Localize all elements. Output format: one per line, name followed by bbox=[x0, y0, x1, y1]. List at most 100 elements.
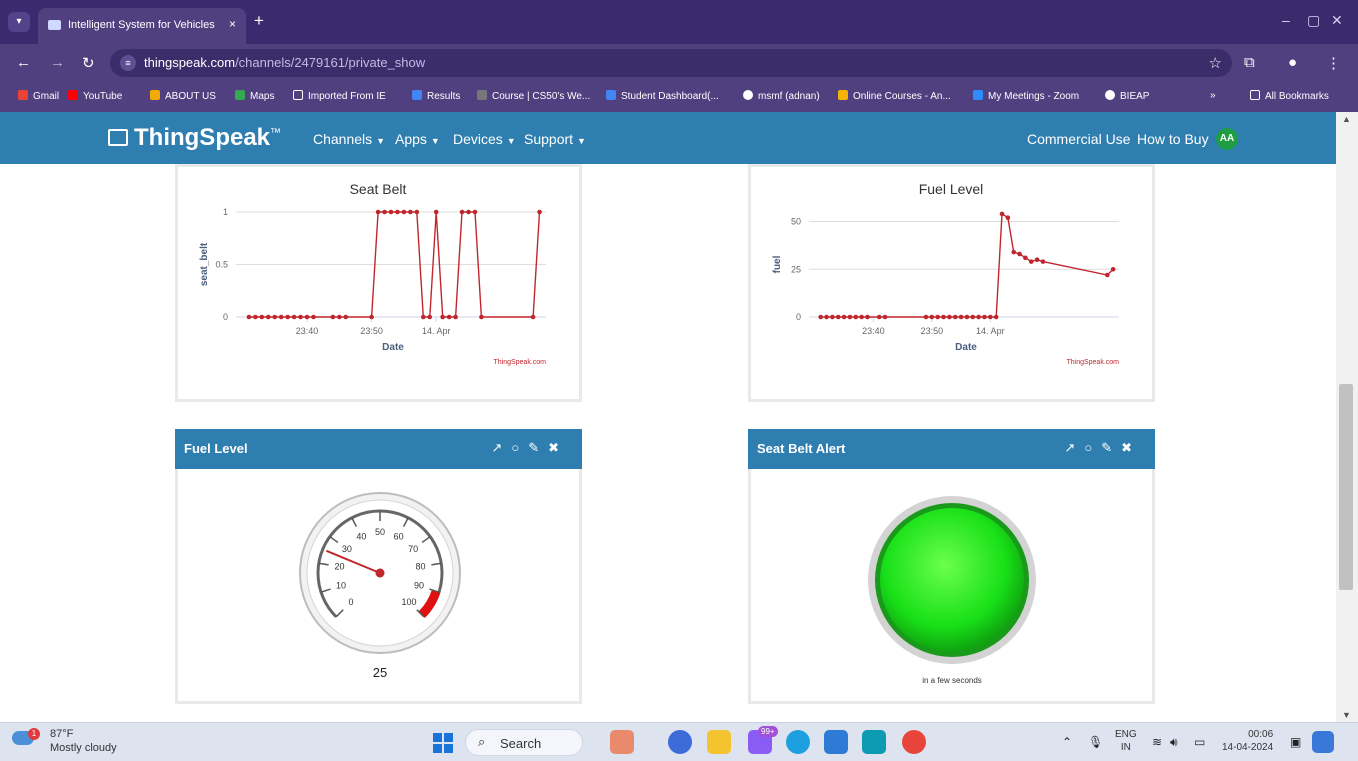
data-point bbox=[337, 314, 342, 320]
microphone-icon[interactable]: 🎙︎ bbox=[1088, 735, 1103, 749]
nav-devices[interactable]: Devices ▼ bbox=[453, 131, 516, 147]
profile-icon[interactable]: ● bbox=[1288, 54, 1297, 71]
data-point bbox=[304, 314, 310, 320]
bookmark-cs50[interactable]: Course | CS50's We... bbox=[477, 90, 590, 102]
chrome-icon[interactable] bbox=[902, 730, 926, 754]
gauge-tick-label: 30 bbox=[342, 544, 352, 554]
new-tab-button[interactable]: + bbox=[254, 12, 264, 30]
bookmark-maps[interactable]: Maps bbox=[235, 90, 274, 102]
reload-icon[interactable]: ↻ bbox=[82, 54, 95, 72]
gauge-tick-label: 0 bbox=[349, 597, 354, 607]
edge-icon[interactable] bbox=[786, 730, 810, 754]
bookmark-gmail[interactable]: Gmail bbox=[18, 90, 59, 102]
fuel-level-chart: Fuel Level 0 25 50 23:40 23:50 14. Apr Date fuel… bbox=[772, 181, 1119, 366]
data-point bbox=[440, 314, 445, 320]
taskbar-search[interactable]: ⌕ Search bbox=[465, 729, 583, 756]
bookmarks-overflow[interactable]: » bbox=[1210, 90, 1216, 101]
lamp-light bbox=[880, 508, 1024, 652]
arduino-icon[interactable] bbox=[862, 730, 886, 754]
avatar[interactable]: AA bbox=[1216, 128, 1238, 150]
site-info-icon[interactable]: ≡ bbox=[120, 55, 136, 71]
data-point bbox=[395, 209, 400, 215]
nav-how-to-buy[interactable]: How to Buy bbox=[1137, 131, 1209, 147]
store-icon[interactable] bbox=[610, 730, 634, 754]
browser-menu-icon[interactable]: ⋮ bbox=[1326, 54, 1341, 72]
windows-logo-tile bbox=[433, 744, 442, 753]
clock[interactable]: 00:06 14-04-2024 bbox=[1222, 728, 1273, 754]
nav-channels[interactable]: Channels ▼ bbox=[313, 131, 385, 147]
wifi-icon[interactable]: ≋ bbox=[1152, 735, 1162, 749]
copilot-icon[interactable] bbox=[1312, 731, 1334, 753]
data-point bbox=[982, 314, 987, 320]
scrollbar-thumb[interactable] bbox=[1339, 384, 1353, 590]
extensions-icon[interactable]: ⧉ bbox=[1244, 54, 1255, 71]
volume-icon[interactable]: 🔊︎ bbox=[1170, 735, 1178, 750]
bookmark-star-icon[interactable]: ☆ bbox=[1209, 54, 1222, 72]
thingspeak-navbar: ThingSpeak™ Channels ▼ Apps ▼ Devices ▼ Sup… bbox=[0, 112, 1336, 164]
close-icon[interactable]: ✖ bbox=[548, 440, 568, 455]
folder-icon bbox=[1250, 90, 1260, 100]
data-point bbox=[1040, 259, 1046, 264]
search-icon: ⌕ bbox=[478, 734, 486, 749]
tray-chevron-icon[interactable]: ⌃ bbox=[1062, 735, 1072, 749]
notifications-icon[interactable]: ▣ bbox=[1290, 735, 1301, 749]
gauge-tick-label: 70 bbox=[408, 544, 418, 554]
forward-icon[interactable]: → bbox=[50, 54, 65, 71]
address-bar[interactable]: ≡ thingspeak.com/channels/2479161/privat… bbox=[110, 49, 1232, 77]
bookmark-about-us[interactable]: ABOUT US bbox=[150, 90, 216, 102]
data-point bbox=[311, 314, 316, 320]
pencil-icon[interactable]: ✎ bbox=[528, 440, 548, 455]
window-close-icon[interactable]: ✕ bbox=[1331, 12, 1343, 29]
data-point bbox=[1005, 215, 1011, 221]
bookmark-youtube[interactable]: YouTube bbox=[68, 90, 122, 102]
back-icon[interactable]: ← bbox=[16, 54, 31, 71]
minimize-icon[interactable]: – bbox=[1282, 12, 1290, 28]
bookmark-bieap[interactable]: BIEAP bbox=[1105, 90, 1149, 102]
language-indicator[interactable]: ENG IN bbox=[1115, 728, 1137, 754]
data-point bbox=[970, 314, 976, 320]
nav-apps[interactable]: Apps ▼ bbox=[395, 131, 440, 147]
battery-icon[interactable]: ▭ bbox=[1194, 735, 1205, 749]
nav-commercial-use[interactable]: Commercial Use bbox=[1027, 131, 1130, 147]
browser-tab[interactable]: Intelligent System for Vehicles - × bbox=[38, 8, 246, 44]
thingspeak-logo[interactable]: ThingSpeak™ bbox=[108, 124, 281, 152]
bookmark-imported-from-ie[interactable]: Imported From IE bbox=[293, 90, 386, 102]
pencil-icon[interactable]: ✎ bbox=[1101, 440, 1121, 455]
scroll-up-icon[interactable]: ▲ bbox=[1342, 114, 1351, 124]
bookmark-results[interactable]: Results bbox=[412, 90, 460, 102]
bookmark-msmf[interactable]: msmf (adnan) bbox=[743, 90, 820, 102]
globe-icon bbox=[1105, 90, 1115, 100]
y-tick-label: 1 bbox=[223, 207, 228, 217]
page-scrollbar[interactable]: ▲ ▼ bbox=[1336, 112, 1358, 722]
fuel-level-chart-card: Fuel Level 0 25 50 23:40 23:50 14. Apr Date fuel… bbox=[748, 164, 1155, 402]
external-link-icon[interactable]: ↗ bbox=[491, 440, 511, 455]
comment-icon[interactable]: ○ bbox=[1084, 440, 1101, 455]
comment-icon[interactable]: ○ bbox=[511, 440, 528, 455]
file-explorer-icon[interactable] bbox=[707, 730, 731, 754]
url-text[interactable]: thingspeak.com/channels/2479161/private_… bbox=[144, 55, 425, 70]
browser-tab-bar: ▾ Intelligent System for Vehicles - × + … bbox=[0, 0, 1358, 44]
scroll-down-icon[interactable]: ▼ bbox=[1342, 710, 1351, 720]
start-button[interactable] bbox=[433, 733, 453, 753]
weather-temp[interactable]: 87°F bbox=[50, 728, 73, 740]
bookmark-online-courses[interactable]: Online Courses - An... bbox=[838, 90, 951, 102]
y-axis-label: seat_belt bbox=[199, 242, 210, 286]
bookmark-student-dashboard[interactable]: Student Dashboard(... bbox=[606, 90, 719, 102]
widget-actions: ↗○✎✖ bbox=[491, 440, 568, 456]
restore-icon[interactable]: ▢ bbox=[1307, 12, 1320, 29]
bookmark-zoom[interactable]: My Meetings - Zoom bbox=[973, 90, 1079, 102]
close-icon[interactable]: ✖ bbox=[1121, 440, 1141, 455]
tab-search-button[interactable]: ▾ bbox=[8, 12, 30, 32]
meet-icon[interactable] bbox=[668, 730, 692, 754]
calculator-icon[interactable] bbox=[824, 730, 848, 754]
all-bookmarks[interactable]: All Bookmarks bbox=[1250, 90, 1329, 102]
data-point bbox=[253, 314, 258, 320]
nav-support[interactable]: Support ▼ bbox=[524, 131, 586, 147]
data-point bbox=[285, 314, 290, 320]
weather-desc[interactable]: Mostly cloudy bbox=[50, 742, 117, 754]
data-point bbox=[459, 209, 465, 215]
tab-close-icon[interactable]: × bbox=[229, 17, 236, 31]
chart-credit: ThingSpeak.com bbox=[1066, 359, 1119, 366]
external-link-icon[interactable]: ↗ bbox=[1064, 440, 1084, 455]
gauge-tick-label: 50 bbox=[375, 527, 385, 537]
